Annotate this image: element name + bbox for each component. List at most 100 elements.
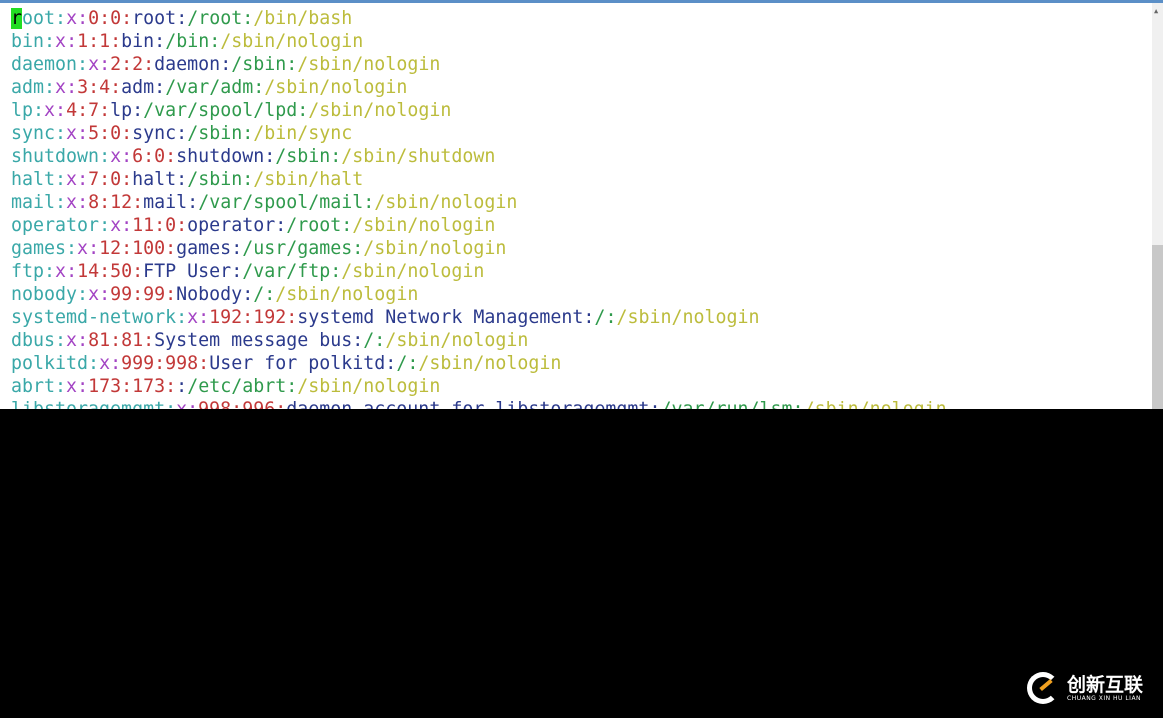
- field-5: /root:: [286, 215, 353, 236]
- field-5: /sbin:: [231, 54, 298, 75]
- field-0: dbus:: [11, 330, 67, 351]
- field-2: 11:: [132, 215, 166, 236]
- field-6: /sbin/nologin: [363, 238, 507, 259]
- text-line: libstoragemgmt:x:998:996:daemon account …: [11, 398, 947, 409]
- field-6: /sbin/nologin: [297, 54, 441, 75]
- field-1: x:: [110, 215, 133, 236]
- field-4: daemon account for libstoragemgmt:: [286, 399, 660, 409]
- field-0: daemon:: [11, 54, 89, 75]
- field-3: 81:: [121, 330, 155, 351]
- field-0: halt:: [11, 169, 67, 190]
- text-line: games:x:12:100:games:/usr/games:/sbin/no…: [11, 237, 947, 260]
- vertical-scrollbar[interactable]: ▲: [1152, 3, 1163, 409]
- scrollbar-thumb[interactable]: [1152, 245, 1163, 409]
- field-6: /sbin/nologin: [385, 330, 529, 351]
- field-2: 99:: [110, 284, 144, 305]
- field-2: 192:: [209, 307, 254, 328]
- watermark-logo: 创新互联 CHUANG XIN HU LIAN: [1027, 672, 1143, 704]
- text-line: halt:x:7:0:halt:/sbin:/sbin/halt: [11, 168, 947, 191]
- field-1: x:: [66, 330, 89, 351]
- field-3: 0:: [110, 8, 133, 29]
- field-4: mail:: [143, 192, 199, 213]
- field-6: /bin/bash: [253, 8, 353, 29]
- field-6: /sbin/nologin: [418, 353, 562, 374]
- field-4: root:: [132, 8, 188, 29]
- field-3: 173:: [132, 376, 177, 397]
- field-2: 0:: [88, 8, 111, 29]
- field-3: 100:: [132, 238, 177, 259]
- field-6: /sbin/nologin: [804, 399, 947, 409]
- field-6: /sbin/nologin: [264, 77, 408, 98]
- scroll-up-arrow-icon[interactable]: ▲: [1154, 7, 1158, 15]
- field-4: adm:: [121, 77, 166, 98]
- text-line: ftp:x:14:50:FTP User:/var/ftp:/sbin/nolo…: [11, 260, 947, 283]
- field-1: x:: [55, 77, 78, 98]
- text-line: nobody:x:99:99:Nobody:/:/sbin/nologin: [11, 283, 947, 306]
- text-line: shutdown:x:6:0:shutdown:/sbin:/sbin/shut…: [11, 145, 947, 168]
- field-3: 0:: [154, 146, 177, 167]
- text-line: dbus:x:81:81:System message bus:/:/sbin/…: [11, 329, 947, 352]
- field-5: /var/ftp:: [242, 261, 342, 282]
- field-3: 192:: [253, 307, 298, 328]
- field-1: x:: [176, 399, 198, 409]
- field-4: sync:: [132, 123, 188, 144]
- field-0: operator:: [11, 215, 111, 236]
- field-0: mail:: [11, 192, 67, 213]
- field-2: 6:: [132, 146, 155, 167]
- field-2: 7:: [88, 169, 111, 190]
- field-3: 0:: [165, 215, 188, 236]
- field-6: /bin/sync: [253, 123, 353, 144]
- text-line: root:x:0:0:root:/root:/bin/bash: [11, 7, 947, 30]
- field-6: /sbin/nologin: [616, 307, 760, 328]
- field-5: /:: [253, 284, 276, 305]
- text-line: abrt:x:173:173::/etc/abrt:/sbin/nologin: [11, 375, 947, 398]
- field-2: 14:: [77, 261, 111, 282]
- field-5: /var/spool/lpd:: [143, 100, 309, 121]
- field-4: games:: [176, 238, 243, 259]
- text-line: lp:x:4:7:lp:/var/spool/lpd:/sbin/nologin: [11, 99, 947, 122]
- field-0: games:: [11, 238, 78, 259]
- field-6: /sbin/nologin: [220, 31, 364, 52]
- field-6: /sbin/halt: [253, 169, 364, 190]
- field-4: daemon:: [154, 54, 232, 75]
- field-3: 0:: [110, 169, 133, 190]
- field-4: bin:: [121, 31, 166, 52]
- field-3: 7:: [88, 100, 111, 121]
- field-3: 50:: [110, 261, 144, 282]
- field-4: Nobody:: [176, 284, 254, 305]
- field-5: /:: [363, 330, 386, 351]
- logo-icon: [1027, 672, 1059, 704]
- field-5: /:: [594, 307, 617, 328]
- field-1: x:: [66, 192, 89, 213]
- field-2: 1:: [77, 31, 100, 52]
- field-0: adm:: [11, 77, 56, 98]
- field-1: x:: [77, 238, 100, 259]
- text-editor[interactable]: root:x:0:0:root:/root:/bin/bash bin:x:1:1…: [0, 0, 1163, 409]
- text-line: systemd-network:x:192:192:systemd Networ…: [11, 306, 947, 329]
- field-6: /sbin/nologin: [297, 376, 441, 397]
- field-4: lp:: [110, 100, 144, 121]
- field-5: /etc/abrt:: [187, 376, 298, 397]
- text-line: sync:x:5:0:sync:/sbin:/bin/sync: [11, 122, 947, 145]
- field-0: lp:: [11, 100, 45, 121]
- field-6: /sbin/nologin: [352, 215, 496, 236]
- logo-name-cn: 创新互联: [1067, 673, 1144, 696]
- field-2: 3:: [77, 77, 100, 98]
- field-1: x:: [55, 261, 78, 282]
- field-2: 12:: [99, 238, 133, 259]
- field-1: x:: [55, 31, 78, 52]
- field-1: x:: [88, 284, 111, 305]
- field-6: /sbin/nologin: [374, 192, 518, 213]
- text-line: operator:x:11:0:operator:/root:/sbin/nol…: [11, 214, 947, 237]
- field-0: polkitd:: [11, 353, 100, 374]
- text-line: polkitd:x:999:998:User for polkitd:/:/sb…: [11, 352, 947, 375]
- field-0: abrt:: [11, 376, 67, 397]
- field-1: x:: [99, 353, 122, 374]
- field-4: System message bus:: [154, 330, 364, 351]
- field-0: root:: [11, 8, 67, 29]
- field-4: :: [176, 376, 188, 397]
- field-3: 4:: [99, 77, 122, 98]
- field-1: x:: [88, 54, 111, 75]
- file-content[interactable]: root:x:0:0:root:/root:/bin/bash bin:x:1:1…: [11, 7, 947, 409]
- field-4: FTP User:: [143, 261, 243, 282]
